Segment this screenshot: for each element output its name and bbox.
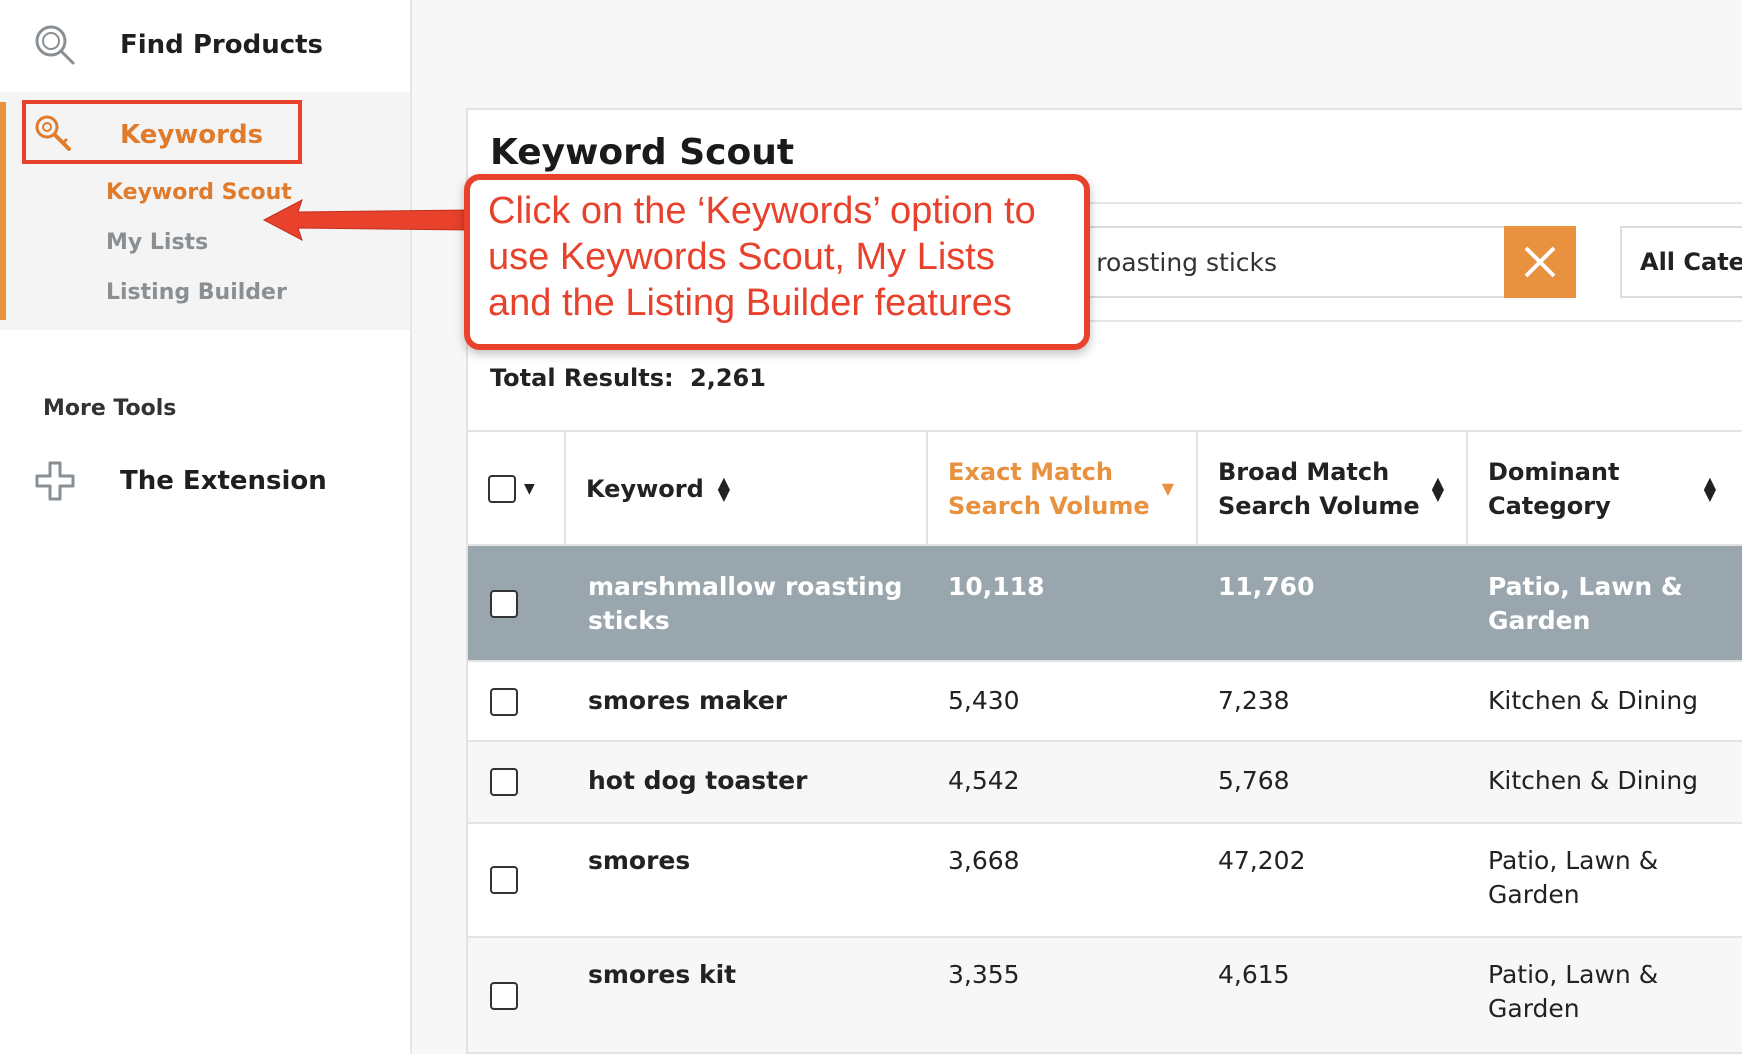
select-all-column: ▼: [468, 432, 564, 546]
cell-broad: 7,238: [1218, 686, 1290, 715]
cell-category: Kitchen & Dining: [1488, 766, 1699, 795]
annotation-arrow: [262, 198, 471, 242]
table-row[interactable]: smores maker 5,430 7,238 Kitchen & Dinin…: [468, 662, 1742, 742]
close-icon: [1524, 246, 1556, 278]
cell-exact: 5,430: [948, 686, 1020, 715]
header-exact-l1: Exact Match: [948, 458, 1113, 486]
cell-exact: 3,355: [948, 960, 1020, 989]
cell-keyword-line1: marshmallow roasting: [588, 572, 903, 601]
nav-find-products-label: Find Products: [120, 30, 324, 60]
search-input[interactable]: r roasting sticks: [1040, 226, 1504, 298]
cell-category-line2: Garden: [1488, 994, 1580, 1023]
cell-category: Patio, Lawn & Garden: [1488, 844, 1658, 912]
cell-category-line2: Garden: [1488, 606, 1591, 635]
cell-category: Kitchen & Dining: [1488, 686, 1699, 715]
sort-desc-icon: ▼: [1161, 479, 1174, 498]
cell-exact: 10,118: [948, 572, 1045, 601]
header-broad-l1: Broad Match: [1218, 458, 1390, 486]
search-input-value: r roasting sticks: [1078, 247, 1278, 277]
clear-search-button[interactable]: [1504, 226, 1576, 298]
cell-keyword-line2: sticks: [588, 606, 670, 635]
row-checkbox[interactable]: [490, 688, 518, 716]
header-dom-l1: Dominant: [1488, 458, 1620, 486]
sort-icon: ▲ ▼: [717, 473, 731, 504]
table-header: ▼ Keyword ▲ ▼ Exact Match Search Volume ▼…: [468, 430, 1742, 546]
annotation-callout: Click on the ‘Keywords’ option to use Ke…: [464, 174, 1090, 350]
cell-broad: 4,615: [1218, 960, 1290, 989]
cell-category-line1: Patio, Lawn &: [1488, 572, 1683, 601]
search-icon: [30, 20, 80, 70]
nav-the-extension[interactable]: The Extension: [30, 456, 327, 506]
annotation-line1: Click on the ‘Keywords’ option to: [488, 190, 1036, 232]
table-row[interactable]: hot dog toaster 4,542 5,768 Kitchen & Di…: [468, 742, 1742, 824]
cell-exact: 4,542: [948, 766, 1020, 795]
sort-icon: ▲ ▼: [1431, 473, 1444, 504]
sort-icon: ▲ ▼: [1703, 473, 1716, 504]
row-checkbox[interactable]: [490, 768, 518, 796]
header-dom-l2: Category: [1488, 492, 1611, 520]
select-menu-caret-icon[interactable]: ▼: [524, 472, 535, 506]
cell-keyword[interactable]: marshmallow roasting sticks: [588, 570, 902, 638]
cell-broad: 5,768: [1218, 766, 1290, 795]
sidebar-item-my-lists[interactable]: My Lists: [106, 230, 208, 255]
header-keyword-label: Keyword: [586, 475, 704, 503]
header-broad-l2: Search Volume: [1218, 492, 1420, 520]
more-tools-heading: More Tools: [43, 396, 177, 421]
nav-the-extension-label: The Extension: [120, 466, 327, 496]
puzzle-plus-icon: [30, 456, 80, 506]
cell-category-line1: Patio, Lawn &: [1488, 846, 1659, 875]
cell-keyword[interactable]: smores kit: [588, 958, 736, 992]
table-row[interactable]: smores kit 3,355 4,615 Patio, Lawn & Gar…: [468, 938, 1742, 1054]
header-exact-match-search-volume[interactable]: Exact Match Search Volume ▼: [926, 432, 1196, 546]
row-checkbox[interactable]: [490, 590, 518, 618]
table-row[interactable]: marshmallow roasting sticks 10,118 11,76…: [468, 546, 1742, 662]
cell-category-line2: Garden: [1488, 880, 1580, 909]
cell-broad: 11,760: [1218, 572, 1315, 601]
cell-category: Patio, Lawn & Garden: [1488, 570, 1683, 638]
annotation-line3: and the Listing Builder features: [488, 282, 1012, 324]
total-results-label: Total Results:: [490, 364, 674, 392]
cell-broad: 47,202: [1218, 846, 1306, 875]
active-accent-bar: [0, 102, 6, 320]
cell-keyword[interactable]: smores: [588, 844, 690, 878]
cell-category-line1: Patio, Lawn &: [1488, 960, 1659, 989]
cell-category: Patio, Lawn & Garden: [1488, 958, 1658, 1026]
category-select[interactable]: All Categ: [1620, 226, 1742, 298]
header-keyword[interactable]: Keyword ▲ ▼: [564, 432, 926, 546]
header-exact-l2: Search Volume: [948, 492, 1150, 520]
sidebar: Find Products Keywords Keyword Scout My …: [0, 0, 412, 1054]
select-all-checkbox[interactable]: [488, 475, 516, 503]
table-row[interactable]: smores 3,668 47,202 Patio, Lawn & Garden: [468, 824, 1742, 938]
header-dominant-category[interactable]: Dominant Category ▲ ▼: [1466, 432, 1738, 546]
cell-keyword[interactable]: hot dog toaster: [588, 764, 807, 798]
row-checkbox[interactable]: [490, 982, 518, 1010]
annotation-line2: use Keywords Scout, My Lists: [488, 236, 995, 278]
total-results-value: 2,261: [690, 364, 766, 392]
header-broad-match-search-volume[interactable]: Broad Match Search Volume ▲ ▼: [1196, 432, 1466, 546]
page-title: Keyword Scout: [490, 132, 795, 173]
cell-exact: 3,668: [948, 846, 1020, 875]
nav-find-products[interactable]: Find Products: [30, 20, 323, 70]
cell-keyword[interactable]: smores maker: [588, 684, 787, 718]
total-results: Total Results: 2,261: [490, 364, 766, 392]
keywords-highlight-box: [22, 100, 302, 164]
row-checkbox[interactable]: [490, 866, 518, 894]
sidebar-item-listing-builder[interactable]: Listing Builder: [106, 280, 287, 305]
